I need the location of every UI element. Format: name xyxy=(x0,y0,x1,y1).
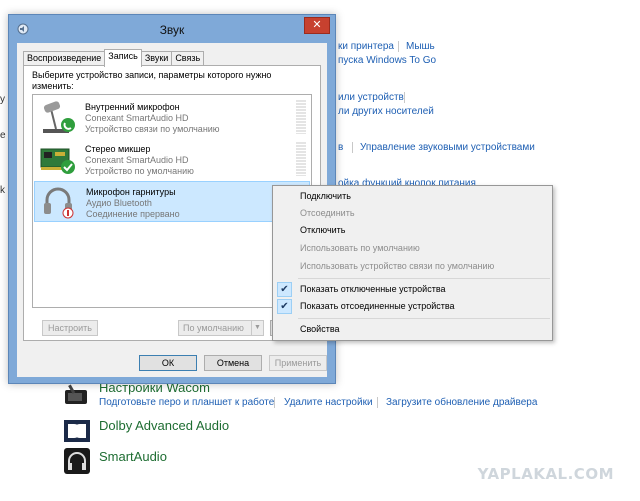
link-divider xyxy=(398,41,399,52)
clipped-text: k xyxy=(0,185,5,196)
menu-item-show-disabled[interactable]: ✔ Показать отключенные устройства xyxy=(273,281,552,298)
link-divider xyxy=(352,142,353,153)
menu-separator xyxy=(298,318,550,319)
checkmark-icon: ✔ xyxy=(277,299,292,314)
watermark: YAPLAKAL.COM xyxy=(477,465,614,483)
level-meter xyxy=(296,100,306,134)
tab-sounds[interactable]: Звуки xyxy=(140,51,173,66)
microphone-icon xyxy=(43,101,75,133)
apply-button[interactable]: Применить xyxy=(269,355,327,371)
menu-item-set-default-comm[interactable]: Использовать устройство связи по умолчан… xyxy=(273,258,552,275)
recording-device-list[interactable]: Внутренний микрофон Conexant SmartAudio … xyxy=(32,94,312,308)
link-divider xyxy=(377,397,378,408)
close-button[interactable]: ✕ xyxy=(304,17,330,34)
devices-link[interactable]: или устройств xyxy=(338,92,404,103)
clipped-text: y xyxy=(0,94,5,105)
wacom-remove-link[interactable]: Удалите настройки xyxy=(284,397,373,408)
link-divider xyxy=(274,397,275,408)
cancel-button[interactable]: Отмена xyxy=(204,355,262,371)
combo-value: По умолчанию xyxy=(183,323,244,333)
device-driver: Conexant SmartAudio HD xyxy=(85,113,189,123)
device-status: Устройство связи по умолчанию xyxy=(85,124,220,134)
smartaudio-title[interactable]: SmartAudio xyxy=(99,449,167,464)
instruction-text: Выберите устройство записи, параметры ко… xyxy=(32,70,272,91)
configure-button[interactable]: Настроить xyxy=(42,320,98,336)
menu-item-disconnect[interactable]: Отсоединить xyxy=(273,205,552,222)
menu-item-label: Использовать устройство связи по умолчан… xyxy=(300,261,495,271)
wacom-update-link[interactable]: Загрузите обновление драйвера xyxy=(386,397,537,408)
menu-item-label: Свойства xyxy=(300,324,340,334)
tab-communications[interactable]: Связь xyxy=(171,51,205,66)
printer-settings-link[interactable]: ки принтера xyxy=(338,41,394,52)
chevron-down-icon: ▼ xyxy=(251,321,263,335)
device-context-menu: Подключить Отсоединить Отключить Использ… xyxy=(272,185,553,341)
device-name: Стерео микшер xyxy=(85,144,151,154)
dolby-icon xyxy=(64,420,90,442)
menu-item-properties[interactable]: Свойства xyxy=(273,321,552,338)
windows-to-go-link[interactable]: пуска Windows To Go xyxy=(338,55,436,66)
sound-card-icon xyxy=(40,148,75,174)
device-item-stereo-mix[interactable]: Стерео микшер Conexant SmartAudio HD Уст… xyxy=(34,139,310,180)
dolby-audio-title[interactable]: Dolby Advanced Audio xyxy=(99,418,229,433)
menu-item-label: Показать отсоединенные устройства xyxy=(300,301,455,311)
mouse-link[interactable]: Мышь xyxy=(406,41,435,52)
menu-separator xyxy=(298,278,550,279)
clipped-text: e xyxy=(0,130,6,141)
menu-item-label: Подключить xyxy=(300,191,351,201)
menu-item-label: Показать отключенные устройства xyxy=(300,284,446,294)
tab-playback[interactable]: Воспроизведение xyxy=(23,51,106,66)
headset-icon xyxy=(44,187,74,219)
default-device-combo[interactable]: По умолчанию ▼ xyxy=(178,320,264,336)
menu-item-disable[interactable]: Отключить xyxy=(273,222,552,239)
manage-sound-devices-link[interactable]: Управление звуковыми устройствами xyxy=(360,142,535,153)
device-status: Устройство по умолчанию xyxy=(85,166,194,176)
menu-item-connect[interactable]: Подключить xyxy=(273,188,552,205)
tab-recording[interactable]: Запись xyxy=(104,49,142,67)
menu-item-label: Отсоединить xyxy=(300,208,355,218)
level-meter xyxy=(296,142,306,176)
menu-item-set-default[interactable]: Использовать по умолчанию xyxy=(273,240,552,257)
smartaudio-headphones-icon xyxy=(64,448,90,474)
link-divider xyxy=(404,92,405,103)
dialog-title: Звук xyxy=(159,23,185,37)
wacom-prepare-link[interactable]: Подготовьте перо и планшет к работе xyxy=(99,397,274,408)
menu-item-label: Отключить xyxy=(300,225,346,235)
wacom-tablet-icon xyxy=(65,384,87,404)
device-item-headset-mic[interactable]: Микрофон гарнитуры Аудио Bluetooth Соеди… xyxy=(34,181,310,222)
device-status: Соединение прервано xyxy=(86,209,180,219)
ok-button[interactable]: ОК xyxy=(139,355,197,371)
device-name: Микрофон гарнитуры xyxy=(86,187,176,197)
device-name: Внутренний микрофон xyxy=(85,102,180,112)
device-driver: Conexant SmartAudio HD xyxy=(85,155,189,165)
checkmark-icon: ✔ xyxy=(277,282,292,297)
menu-item-show-disconnected[interactable]: ✔ Показать отсоединенные устройства xyxy=(273,298,552,315)
tab-strip: Воспроизведение Запись Звуки Связь xyxy=(23,49,205,67)
menu-item-label: Использовать по умолчанию xyxy=(300,243,420,253)
device-driver: Аудио Bluetooth xyxy=(86,198,152,208)
title-bar[interactable]: Звук ✕ xyxy=(9,15,335,43)
other-media-link[interactable]: ли других носителей xyxy=(338,106,434,117)
device-item-internal-mic[interactable]: Внутренний микрофон Conexant SmartAudio … xyxy=(34,97,310,138)
autoplay-link[interactable]: в xyxy=(338,142,343,153)
